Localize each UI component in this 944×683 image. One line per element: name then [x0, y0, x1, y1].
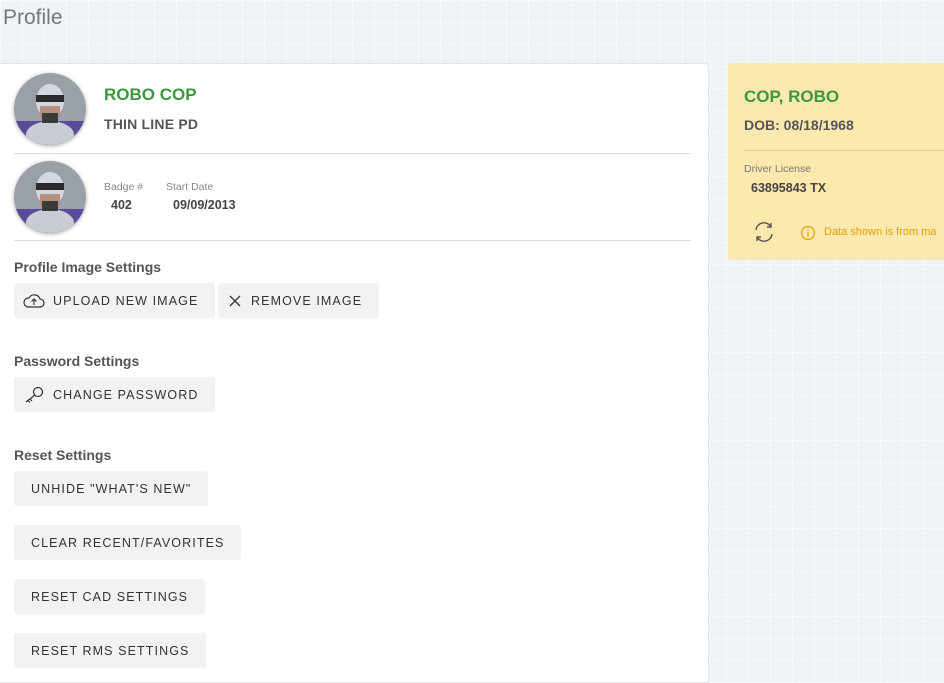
driver-license-label: Driver License	[744, 163, 812, 175]
image-settings-title: Profile Image Settings	[14, 259, 162, 275]
upload-image-label: UPLOAD NEW IMAGE	[53, 293, 199, 308]
divider	[14, 240, 691, 241]
avatar	[14, 73, 86, 145]
divider	[14, 153, 691, 154]
password-settings-title: Password Settings	[14, 353, 140, 369]
profile-card: ROBO COP THIN LINE PD Badge # 402 Start …	[0, 63, 709, 683]
reset-rms-settings-button[interactable]: RESET RMS SETTINGS	[14, 633, 207, 668]
cloud-upload-icon	[23, 293, 45, 309]
unhide-whats-new-label: UNHIDE "WHAT'S NEW"	[31, 481, 192, 496]
close-icon	[227, 293, 243, 309]
clear-recent-favorites-label: CLEAR RECENT/FAVORITES	[31, 535, 225, 550]
badge-value: 402	[111, 198, 132, 212]
reset-cad-settings-label: RESET CAD SETTINGS	[31, 589, 189, 604]
reset-rms-settings-label: RESET RMS SETTINGS	[31, 643, 190, 658]
remove-image-label: REMOVE IMAGE	[251, 293, 363, 308]
profile-agency: THIN LINE PD	[104, 116, 199, 132]
profile-name: ROBO COP	[104, 85, 197, 104]
key-icon	[23, 386, 45, 404]
upload-image-button[interactable]: UPLOAD NEW IMAGE	[14, 283, 216, 318]
info-icon	[800, 225, 816, 246]
unhide-whats-new-button[interactable]: UNHIDE "WHAT'S NEW"	[14, 471, 209, 506]
reset-cad-settings-button[interactable]: RESET CAD SETTINGS	[14, 579, 206, 614]
change-password-button[interactable]: CHANGE PASSWORD	[14, 377, 216, 412]
page-title: Profile	[3, 6, 63, 29]
clear-recent-favorites-button[interactable]: CLEAR RECENT/FAVORITES	[14, 525, 242, 560]
person-name: COP, ROBO	[744, 87, 840, 106]
divider	[744, 150, 944, 151]
start-date-label: Start Date	[166, 181, 214, 193]
start-date-value: 09/09/2013	[173, 198, 236, 212]
badge-label: Badge #	[104, 181, 144, 193]
refresh-icon[interactable]	[752, 220, 776, 249]
remove-image-button[interactable]: REMOVE IMAGE	[218, 283, 380, 318]
change-password-label: CHANGE PASSWORD	[53, 387, 199, 402]
reset-settings-title: Reset Settings	[14, 447, 112, 463]
avatar-secondary	[14, 161, 86, 233]
person-dob: DOB: 08/18/1968	[744, 117, 854, 133]
data-source-note: Data shown is from ma	[824, 226, 937, 238]
driver-license-value: 63895843 TX	[751, 181, 827, 195]
person-record-card: COP, ROBO DOB: 08/18/1968 Driver License…	[728, 63, 944, 260]
